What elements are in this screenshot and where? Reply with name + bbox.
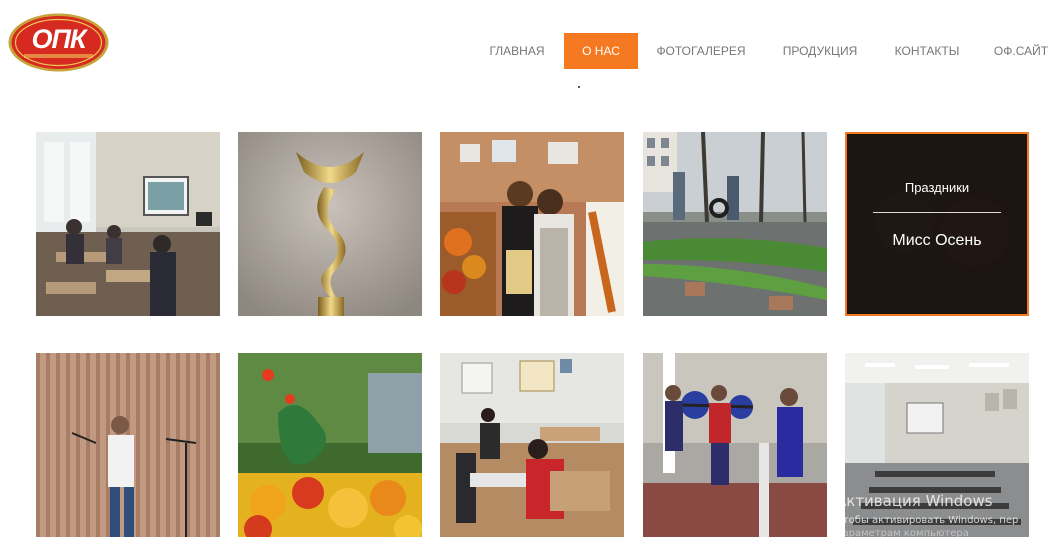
nav-item-photogallery[interactable]: ФОТОГАЛЕРЕЯ: [650, 33, 752, 69]
gallery-photo-computer-class[interactable]: [440, 353, 624, 537]
nav-item-home[interactable]: ГЛАВНАЯ: [480, 33, 554, 69]
gallery-photo-outdoor[interactable]: [643, 132, 827, 316]
watermark-line-2: параметрам компьютера: [836, 528, 969, 539]
gallery-photo-gym[interactable]: [643, 353, 827, 537]
gallery-photo-flowers[interactable]: [238, 353, 422, 537]
overlay-divider: [873, 212, 1001, 213]
nav-item-products[interactable]: ПРОДУКЦИЯ: [772, 33, 868, 69]
gallery-hover-overlay[interactable]: Праздники Мисс Осень: [845, 132, 1029, 316]
overlay-category: Праздники: [904, 180, 970, 195]
nav-item-official-site[interactable]: ОФ.САЙТ: [988, 33, 1054, 69]
nav-item-about[interactable]: О НАС: [564, 33, 638, 69]
watermark-line-1: Чтобы активировать Windows, пер: [836, 515, 1019, 526]
gallery-photo-trophy[interactable]: [238, 132, 422, 316]
gallery-photo-classroom[interactable]: [36, 132, 220, 316]
watermark-title: Активация Windows: [836, 492, 993, 510]
windows-activation-watermark: Активация Windows Чтобы активировать Win…: [836, 491, 1054, 540]
gallery-photo-singer[interactable]: [36, 353, 220, 537]
nav-divider-dot: [578, 86, 580, 88]
gallery-photo-certificate[interactable]: [440, 132, 624, 316]
nav-item-contacts[interactable]: КОНТАКТЫ: [886, 33, 968, 69]
main-nav: ГЛАВНАЯ О НАС ФОТОГАЛЕРЕЯ ПРОДУКЦИЯ КОНТ…: [0, 33, 1054, 69]
overlay-title: Мисс Осень: [892, 232, 982, 249]
